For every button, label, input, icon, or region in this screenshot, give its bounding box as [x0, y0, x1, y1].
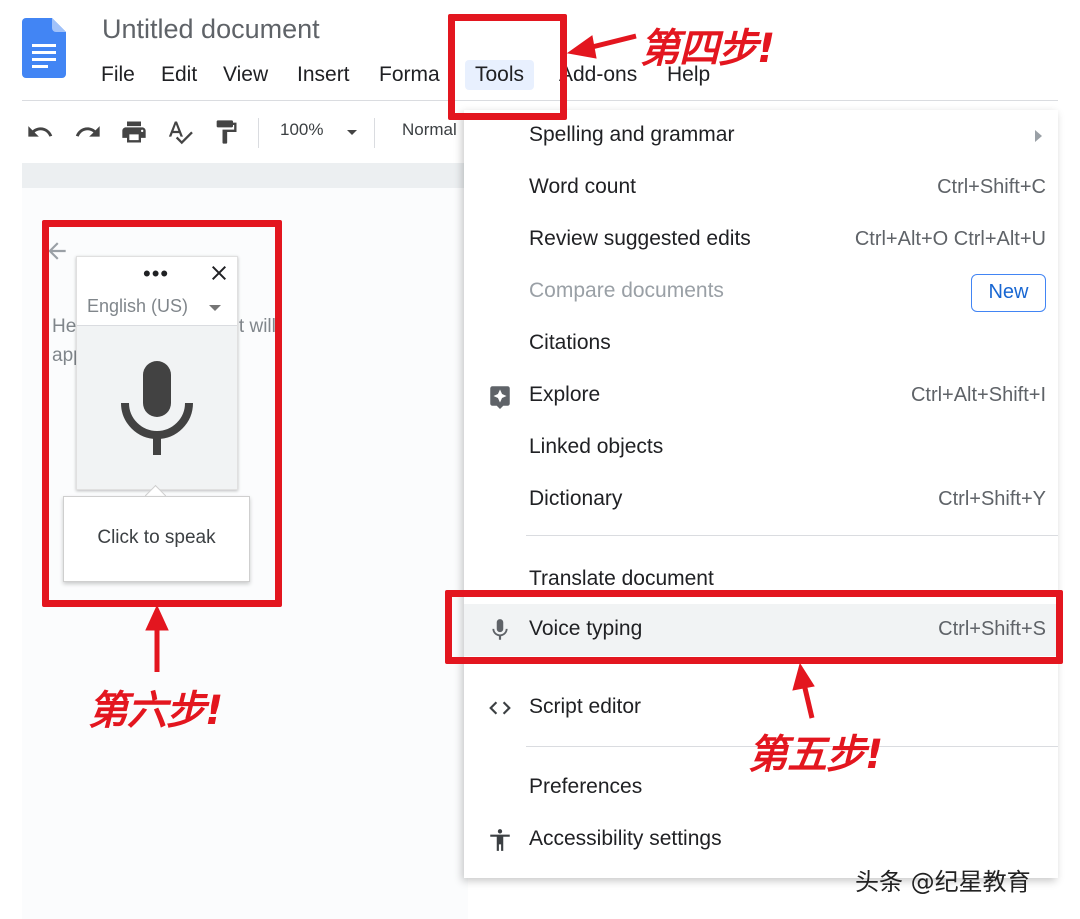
google-docs-icon[interactable] [22, 18, 66, 78]
menu-item-label: Accessibility settings [529, 827, 722, 850]
menu-add-ons[interactable]: Add-ons [559, 60, 637, 90]
paragraph-style-select[interactable]: Normal [402, 120, 468, 140]
annotation-box-voice-widget [42, 220, 282, 607]
menu-item-linked-objects[interactable]: Linked objects [464, 422, 1058, 474]
accessibility-icon [490, 829, 510, 851]
undo-icon[interactable] [26, 118, 54, 146]
toolbar: 100% Normal [22, 112, 468, 154]
menu-item-word-count[interactable]: Word count Ctrl+Shift+C [464, 162, 1058, 214]
annotation-step6: 第六步! [88, 688, 223, 734]
annotation-step4: 第四步! [640, 26, 775, 72]
menu-insert[interactable]: Insert [297, 60, 350, 90]
menu-item-label: Translate document [529, 567, 714, 590]
menu-item-label: Word count [529, 175, 636, 198]
menu-item-shortcut: Ctrl+Alt+O Ctrl+Alt+U [854, 228, 1046, 250]
menu-item-label: Review suggested edits [529, 227, 751, 250]
menu-item-label: Script editor [529, 695, 642, 718]
menu-item-review-suggested-edits[interactable]: Review suggested edits Ctrl+Alt+O Ctrl+A… [464, 214, 1058, 266]
menu-view[interactable]: View [223, 60, 268, 90]
menu-item-label: Linked objects [529, 435, 664, 458]
explore-icon [490, 386, 510, 409]
menu-item-label: Citations [529, 331, 611, 354]
menu-item-accessibility-settings[interactable]: Accessibility settings [464, 814, 1058, 866]
menu-item-shortcut: Ctrl+Shift+C [937, 176, 1046, 198]
annotation-box-tools [448, 14, 567, 120]
menu-separator [526, 535, 1058, 536]
paint-format-icon[interactable] [212, 118, 240, 146]
menu-item-label: Compare documents [529, 279, 724, 302]
menu-item-shortcut: Ctrl+Alt+Shift+I [910, 384, 1046, 406]
menu-item-label: Preferences [529, 775, 643, 798]
menu-item-shortcut: Ctrl+Shift+Y [938, 488, 1046, 510]
zoom-dropdown-icon[interactable] [344, 124, 360, 140]
document-title[interactable]: Untitled document [102, 14, 320, 45]
ruler-area [22, 163, 468, 188]
menu-item-label: Dictionary [529, 487, 623, 510]
spellcheck-icon[interactable] [166, 118, 194, 146]
print-icon[interactable] [120, 118, 148, 146]
new-badge: New [971, 274, 1046, 312]
menu-item-label: Explore [529, 383, 601, 406]
menu-item-citations[interactable]: Citations [464, 318, 1058, 370]
code-icon [489, 701, 511, 715]
annotation-step5: 第五步! [748, 732, 883, 778]
menu-item-compare-documents: Compare documents New [464, 266, 1058, 318]
watermark: 头条 @纪星教育 [855, 868, 1031, 896]
menu-format[interactable]: Forma [379, 60, 445, 90]
toolbar-separator [258, 118, 259, 148]
annotation-arrow-step4 [566, 33, 637, 59]
menu-item-dictionary[interactable]: Dictionary Ctrl+Shift+Y [464, 474, 1058, 526]
toolbar-separator [374, 118, 375, 148]
submenu-arrow-icon [1035, 130, 1042, 142]
menu-item-label: Spelling and grammar [529, 123, 735, 146]
menu-item-explore[interactable]: Explore Ctrl+Alt+Shift+I [464, 370, 1058, 422]
zoom-select[interactable]: 100% [280, 120, 323, 140]
menu-file[interactable]: File [101, 60, 135, 90]
menu-edit[interactable]: Edit [161, 60, 197, 90]
annotation-box-voice-typing [445, 590, 1063, 664]
redo-icon[interactable] [74, 118, 102, 146]
